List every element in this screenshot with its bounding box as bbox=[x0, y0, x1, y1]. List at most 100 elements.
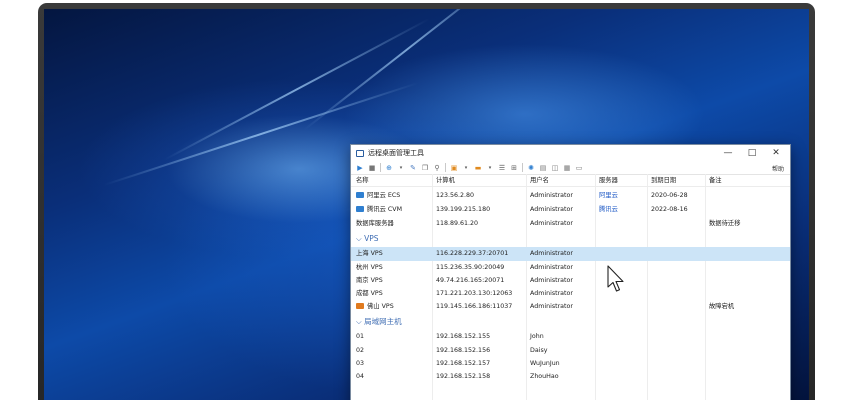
row-name: 04 bbox=[356, 373, 365, 380]
row-user: ZhouHao bbox=[530, 373, 559, 380]
monitor-icon bbox=[356, 192, 364, 198]
row-name: 01 bbox=[356, 333, 365, 340]
row-computer: 139.199.215.180 bbox=[436, 206, 491, 213]
row-name-text: 腾讯云 CVM bbox=[367, 206, 403, 213]
group-header-lan[interactable]: ⌵ 局域网主机 bbox=[351, 314, 790, 330]
list-icon[interactable]: ☰ bbox=[498, 164, 506, 172]
group-header-vps[interactable]: ⌵ VPS bbox=[351, 231, 790, 247]
table-row-selected[interactable]: 上海 VPS 116.228.229.37:20701 Administrato… bbox=[351, 247, 790, 261]
table-row[interactable]: 数据库服务器 118.89.61.20 Administrator 数据待迁移 bbox=[351, 217, 790, 231]
chevron-down-icon[interactable]: ⌵ bbox=[356, 234, 362, 243]
column-header-server[interactable]: 服务器 bbox=[599, 175, 618, 187]
table-row[interactable]: 成都 VPS 171.221.203.130:12063 Administrat… bbox=[351, 287, 790, 300]
row-computer: 192.168.152.158 bbox=[436, 373, 491, 380]
row-server-link[interactable]: 腾讯云 bbox=[599, 203, 618, 217]
column-header-row: 名称 计算机 用户名 服务器 到期日期 备注 bbox=[351, 175, 790, 187]
help-menu[interactable]: 帮助 bbox=[772, 164, 784, 173]
layout-icon[interactable]: ▦ bbox=[563, 164, 571, 172]
clipboard-icon[interactable]: ▣ bbox=[450, 164, 458, 172]
row-server-link[interactable]: 阿里云 bbox=[599, 189, 618, 203]
column-header-name[interactable]: 名称 bbox=[356, 175, 369, 187]
toolbar-separator bbox=[380, 163, 381, 172]
row-name: 佛山 VPS bbox=[356, 300, 394, 314]
title-bar: 远程桌面管理工具 — □ ✕ bbox=[351, 145, 790, 161]
row-user: Administrator bbox=[530, 303, 573, 310]
row-computer: 123.56.2.80 bbox=[436, 192, 475, 199]
row-note: 数据待迁移 bbox=[709, 220, 741, 227]
table-row[interactable]: 阿里云 ECS 123.56.2.80 Administrator 阿里云 20… bbox=[351, 189, 790, 203]
group-label: ⌵ VPS bbox=[356, 231, 379, 247]
row-computer: 118.89.61.20 bbox=[436, 220, 479, 227]
row-user: Administrator bbox=[530, 220, 573, 227]
row-computer: 192.168.152.157 bbox=[436, 360, 491, 367]
group-label-text: 局域网主机 bbox=[364, 317, 402, 326]
row-user: Administrator bbox=[530, 192, 573, 199]
play-icon[interactable]: ▶ bbox=[356, 164, 364, 172]
chevron-down-icon[interactable]: ▾ bbox=[397, 164, 405, 172]
row-expiry: 2020-06-28 bbox=[651, 192, 688, 199]
row-expiry: 2022-08-16 bbox=[651, 206, 688, 213]
row-name-text: 阿里云 ECS bbox=[367, 192, 401, 199]
row-name: 杭州 VPS bbox=[356, 264, 383, 271]
table-row[interactable]: 02 192.168.152.156 Daisy bbox=[351, 344, 790, 357]
layout-icon[interactable]: ◫ bbox=[551, 164, 559, 172]
row-name: 阿里云 ECS bbox=[356, 189, 400, 203]
stop-icon[interactable]: ■ bbox=[368, 164, 376, 172]
toolbar-separator bbox=[445, 163, 446, 172]
row-computer: 192.168.152.156 bbox=[436, 347, 491, 354]
table-row[interactable]: 杭州 VPS 115.236.35.90:20049 Administrator bbox=[351, 261, 790, 274]
table-row[interactable]: 04 192.168.152.158 ZhouHao bbox=[351, 370, 790, 383]
edit-icon[interactable]: ✎ bbox=[409, 164, 417, 172]
monitor-icon bbox=[356, 303, 364, 309]
chevron-down-icon[interactable]: ⌵ bbox=[356, 317, 362, 326]
row-name: 03 bbox=[356, 360, 365, 367]
row-user: Administrator bbox=[530, 290, 573, 297]
remote-desktop-window: 远程桌面管理工具 — □ ✕ ▶ ■ ⊕ ▾ ✎ ❐ ⚲ ▣ ▾ ▬ ▾ ☰ ⊞… bbox=[350, 144, 791, 400]
row-computer: 192.168.152.155 bbox=[436, 333, 491, 340]
close-button[interactable]: ✕ bbox=[764, 145, 788, 161]
table-row[interactable]: 01 192.168.152.155 John bbox=[351, 330, 790, 344]
chevron-down-icon[interactable]: ▾ bbox=[486, 164, 494, 172]
row-computer: 116.228.229.37:20701 bbox=[436, 250, 509, 257]
add-icon[interactable]: ⊕ bbox=[385, 164, 393, 172]
mouse-pointer-icon bbox=[607, 265, 624, 292]
search-icon[interactable]: ⚲ bbox=[433, 164, 441, 172]
layout-icon[interactable]: ▭ bbox=[575, 164, 583, 172]
chevron-down-icon[interactable]: ▾ bbox=[462, 164, 470, 172]
row-computer: 119.145.166.186:11037 bbox=[436, 303, 513, 310]
column-header-note[interactable]: 备注 bbox=[709, 175, 722, 187]
window-title: 远程桌面管理工具 bbox=[368, 149, 424, 157]
column-header-user[interactable]: 用户名 bbox=[530, 175, 549, 187]
row-user: WuJunJun bbox=[530, 360, 560, 367]
row-user: Administrator bbox=[530, 264, 573, 271]
table-row[interactable]: 03 192.168.152.157 WuJunJun bbox=[351, 357, 790, 370]
monitor-icon bbox=[356, 206, 364, 212]
maximize-button[interactable]: □ bbox=[740, 145, 764, 161]
layout-icon[interactable]: ▤ bbox=[539, 164, 547, 172]
table-row[interactable]: 南京 VPS 49.74.216.165:20071 Administrator bbox=[351, 274, 790, 287]
row-computer: 49.74.216.165:20071 bbox=[436, 277, 505, 284]
column-header-computer[interactable]: 计算机 bbox=[436, 175, 455, 187]
copy-icon[interactable]: ❐ bbox=[421, 164, 429, 172]
row-name: 成都 VPS bbox=[356, 290, 383, 297]
row-name: 数据库服务器 bbox=[356, 220, 394, 227]
row-name-text: 佛山 VPS bbox=[367, 303, 394, 310]
table-row[interactable]: 佛山 VPS 119.145.166.186:11037 Administrat… bbox=[351, 300, 790, 314]
grid-icon[interactable]: ⊞ bbox=[510, 164, 518, 172]
row-user: Administrator bbox=[530, 250, 573, 257]
row-name: 02 bbox=[356, 347, 365, 354]
toolbar: ▶ ■ ⊕ ▾ ✎ ❐ ⚲ ▣ ▾ ▬ ▾ ☰ ⊞ ✺ ▤ ◫ ▦ ▭ 帮助 bbox=[351, 161, 790, 175]
toolbar-separator bbox=[522, 163, 523, 172]
column-header-expiry[interactable]: 到期日期 bbox=[651, 175, 676, 187]
table-row[interactable]: 腾讯云 CVM 139.199.215.180 Administrator 腾讯… bbox=[351, 203, 790, 217]
minimize-button[interactable]: — bbox=[716, 145, 740, 161]
app-monitor-icon bbox=[356, 149, 364, 157]
folder-icon[interactable]: ▬ bbox=[474, 164, 482, 172]
row-user: Daisy bbox=[530, 347, 548, 354]
row-user: John bbox=[530, 333, 544, 340]
row-computer: 171.221.203.130:12063 bbox=[436, 290, 513, 297]
settings-icon[interactable]: ✺ bbox=[527, 164, 535, 172]
row-computer: 115.236.35.90:20049 bbox=[436, 264, 505, 271]
row-user: Administrator bbox=[530, 277, 573, 284]
row-name: 上海 VPS bbox=[356, 250, 383, 257]
